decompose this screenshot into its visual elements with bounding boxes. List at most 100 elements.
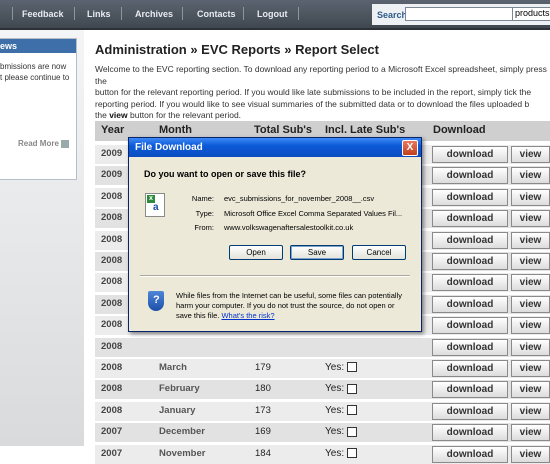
table-row: 2007 December 169 Yes: download view <box>95 423 550 443</box>
year-cell: 2008 <box>101 404 123 416</box>
year-cell: 2008 <box>101 255 123 266</box>
search-label: Search <box>377 10 408 20</box>
year-cell: 2009 <box>101 148 123 159</box>
close-icon[interactable]: X <box>402 140 418 156</box>
file-glyph-icon: a <box>153 202 159 213</box>
late-cell: Yes: <box>325 404 358 416</box>
nav-separator <box>74 7 75 20</box>
save-button[interactable]: Save <box>290 245 344 260</box>
month-cell: November <box>159 447 206 459</box>
search-input[interactable] <box>405 7 517 21</box>
include-late-checkbox[interactable] <box>347 447 358 458</box>
download-button[interactable]: download <box>432 445 508 463</box>
news-box: ews bmissions are now t please continue … <box>0 38 77 180</box>
late-cell: Yes: <box>325 362 358 373</box>
nav-logout-link[interactable]: Logout <box>257 9 288 19</box>
download-button[interactable]: download <box>432 253 508 270</box>
download-button[interactable]: download <box>432 210 508 228</box>
year-cell: 2007 <box>101 426 123 438</box>
include-late-checkbox[interactable] <box>347 405 358 416</box>
search-area: Search products <box>372 4 550 25</box>
download-button[interactable]: download <box>432 231 508 249</box>
download-button[interactable]: download <box>432 402 508 420</box>
intro-view-word: view <box>109 110 128 120</box>
view-button[interactable]: view <box>511 167 550 185</box>
include-late-checkbox[interactable] <box>347 426 358 437</box>
view-button[interactable]: view <box>511 360 550 377</box>
view-button[interactable]: view <box>511 274 550 292</box>
intro-line: the view button for the relevant period. <box>95 110 550 122</box>
security-warning: While files from the Internet can be use… <box>176 291 412 321</box>
dialog-titlebar[interactable]: File Download X <box>129 138 421 157</box>
top-nav-bar: Feedback Links Archives Contacts Logout … <box>0 0 550 30</box>
download-button[interactable]: download <box>432 338 508 356</box>
cancel-button[interactable]: Cancel <box>352 245 406 260</box>
month-cell: February <box>159 383 200 395</box>
arrow-icon <box>60 139 69 148</box>
year-cell: 2008 <box>101 190 123 202</box>
view-button[interactable]: view <box>511 231 550 249</box>
nav-feedback-link[interactable]: Feedback <box>22 9 64 19</box>
download-button[interactable]: download <box>432 360 508 377</box>
dialog-title: File Download <box>135 142 203 153</box>
dialog-divider <box>140 275 410 277</box>
file-type-label: Type: <box>195 209 214 218</box>
year-cell: 2007 <box>101 447 123 459</box>
view-button[interactable]: view <box>511 295 550 313</box>
read-more-link[interactable]: Read More <box>18 139 69 148</box>
view-button[interactable]: view <box>511 317 550 335</box>
download-button[interactable]: download <box>432 424 508 442</box>
nav-contacts-link[interactable]: Contacts <box>197 9 236 19</box>
nav-archives-link[interactable]: Archives <box>135 9 173 19</box>
view-button[interactable]: view <box>511 424 550 442</box>
view-button[interactable]: view <box>511 402 550 420</box>
read-more-label: Read More <box>18 139 59 148</box>
view-button[interactable]: view <box>511 253 550 270</box>
file-name-label: Name: <box>191 194 214 203</box>
include-late-checkbox[interactable] <box>347 383 358 394</box>
download-button[interactable]: download <box>432 167 508 185</box>
include-late-checkbox[interactable] <box>347 362 358 373</box>
intro-suffix: button for the relevant period. <box>127 110 242 120</box>
file-type-value: Microsoft Office Excel Comma Separated V… <box>224 209 403 218</box>
view-button[interactable]: view <box>511 445 550 463</box>
total-cell: 179 <box>255 362 271 373</box>
search-scope-select[interactable]: products <box>512 7 550 21</box>
header-month: Month <box>159 124 192 136</box>
header-year: Year <box>101 124 125 136</box>
nav-links-link[interactable]: Links <box>87 9 111 19</box>
open-button[interactable]: Open <box>229 245 283 260</box>
nav-separator <box>12 7 13 20</box>
news-text: bmissions are now t please continue to <box>0 62 70 82</box>
year-cell: 2008 <box>101 297 123 309</box>
month-cell: January <box>159 404 196 416</box>
view-button[interactable]: view <box>511 188 550 206</box>
intro-line: reporting period. If you would like to s… <box>95 98 530 109</box>
year-cell: 2008 <box>101 340 123 352</box>
intro-prefix: the <box>95 110 110 120</box>
whats-the-risk-link[interactable]: What's the risk? <box>221 311 274 320</box>
table-row: 2007 November 184 Yes: download view <box>95 444 550 464</box>
news-title: ews <box>0 39 76 53</box>
late-label: Yes: <box>325 426 345 438</box>
download-button[interactable]: download <box>432 295 508 313</box>
total-cell: 184 <box>255 447 271 459</box>
nav-separator <box>298 7 299 20</box>
nav-separator <box>243 7 244 20</box>
download-button[interactable]: download <box>432 188 508 206</box>
download-button[interactable]: download <box>432 381 508 399</box>
month-cell: December <box>159 426 205 438</box>
view-button[interactable]: view <box>511 381 550 399</box>
view-button[interactable]: view <box>511 210 550 228</box>
download-button[interactable]: download <box>432 317 508 335</box>
late-cell: Yes: <box>325 447 358 459</box>
download-button[interactable]: download <box>432 274 508 292</box>
late-label: Yes: <box>325 404 345 416</box>
view-button[interactable]: view <box>511 146 550 163</box>
file-download-dialog: File Download X Do you want to open or s… <box>128 137 422 332</box>
view-button[interactable]: view <box>511 338 550 356</box>
download-button[interactable]: download <box>432 146 508 163</box>
header-download: Download <box>433 124 486 136</box>
year-cell: 2008 <box>101 319 123 331</box>
file-from-label: From: <box>194 223 214 232</box>
